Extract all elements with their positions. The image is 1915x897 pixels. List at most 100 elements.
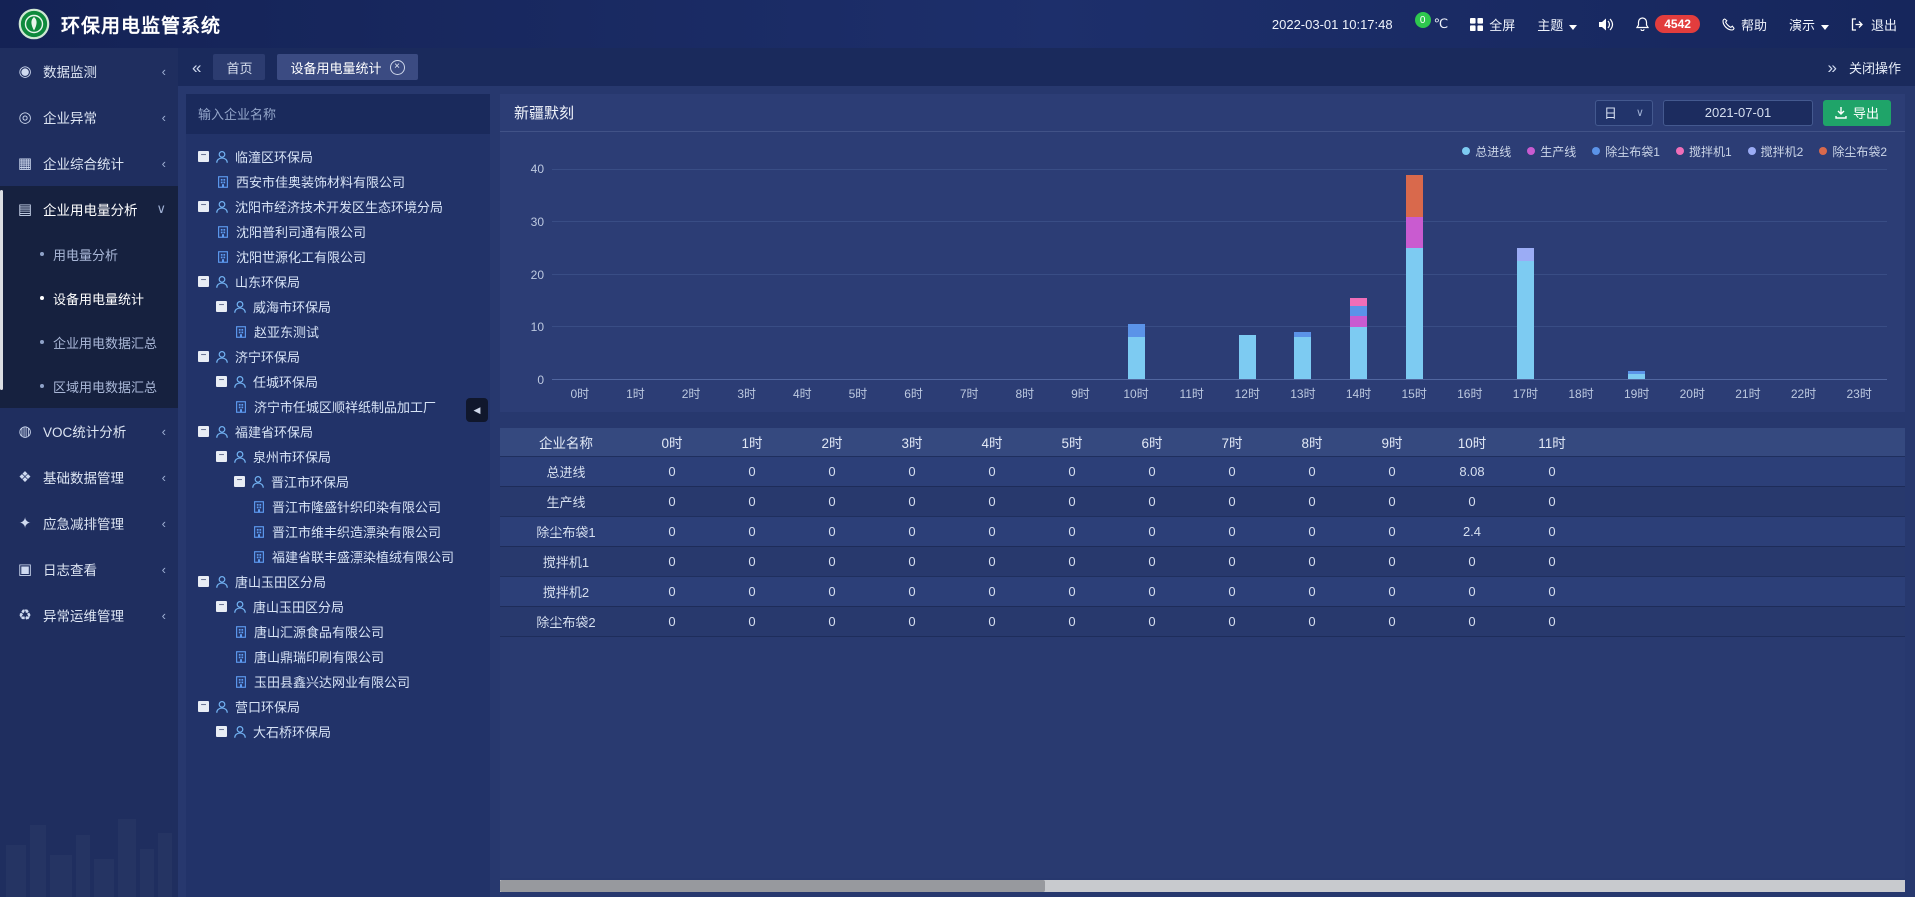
- chart-bar[interactable]: [1739, 170, 1756, 379]
- collapse-expander-icon[interactable]: −: [198, 576, 209, 587]
- tab-device-power-stats[interactable]: 设备用电量统计 ×: [277, 54, 417, 80]
- tree-company-node[interactable]: 济宁市任城区顺祥纸制品加工厂: [192, 394, 484, 419]
- tree-org-node[interactable]: −沈阳市经济技术开发区生态环境分局: [192, 194, 484, 219]
- tree-company-node[interactable]: 唐山汇源食品有限公司: [192, 619, 484, 644]
- chart-bar[interactable]: [1795, 170, 1812, 379]
- sidebar-subitem[interactable]: 区域用电数据汇总: [0, 364, 178, 408]
- tree-company-node[interactable]: 玉田县鑫兴达网业有限公司: [192, 669, 484, 694]
- period-select[interactable]: 日 ∨: [1595, 100, 1653, 126]
- table-row[interactable]: 搅拌机2000000000000: [500, 576, 1905, 606]
- legend-item[interactable]: 生产线: [1527, 143, 1576, 160]
- collapse-expander-icon[interactable]: −: [198, 151, 209, 162]
- tree-org-node[interactable]: −唐山玉田区分局: [192, 594, 484, 619]
- collapse-expander-icon[interactable]: −: [216, 601, 227, 612]
- tree-org-node[interactable]: −威海市环保局: [192, 294, 484, 319]
- chart-bar[interactable]: [1517, 170, 1534, 379]
- sidebar-scrollbar[interactable]: [0, 190, 3, 390]
- notifications-button[interactable]: 4542: [1636, 15, 1700, 33]
- tree-company-node[interactable]: 沈阳世源化工有限公司: [192, 244, 484, 269]
- collapse-expander-icon[interactable]: −: [198, 426, 209, 437]
- legend-item[interactable]: 除尘布袋1: [1592, 143, 1660, 160]
- company-search-input[interactable]: [198, 107, 478, 122]
- tree-company-node[interactable]: 晋江市隆盛针织印染有限公司: [192, 494, 484, 519]
- chart-bar[interactable]: [1239, 170, 1256, 379]
- tree-company-node[interactable]: 福建省联丰盛漂染植绒有限公司: [192, 544, 484, 569]
- chart-bar[interactable]: [683, 170, 700, 379]
- tree-company-node[interactable]: 沈阳普利司通有限公司: [192, 219, 484, 244]
- scrollbar-thumb[interactable]: [500, 880, 1045, 892]
- chart-bar[interactable]: [1294, 170, 1311, 379]
- sidebar-item[interactable]: ◍VOC统计分析‹: [0, 408, 178, 454]
- demo-dropdown[interactable]: 演示: [1789, 15, 1829, 34]
- legend-item[interactable]: 搅拌机1: [1676, 143, 1732, 160]
- chart-bar[interactable]: [1183, 170, 1200, 379]
- table-row[interactable]: 除尘布袋2000000000000: [500, 606, 1905, 636]
- chart-bar[interactable]: [905, 170, 922, 379]
- collapse-expander-icon[interactable]: −: [198, 201, 209, 212]
- tree-org-node[interactable]: −营口环保局: [192, 694, 484, 719]
- legend-item[interactable]: 总进线: [1462, 143, 1511, 160]
- sidebar-item[interactable]: ♻异常运维管理‹: [0, 592, 178, 638]
- sidebar-subitem[interactable]: 用电量分析: [0, 232, 178, 276]
- chart-bar[interactable]: [1851, 170, 1868, 379]
- chart-bar[interactable]: [1016, 170, 1033, 379]
- chart-bar[interactable]: [738, 170, 755, 379]
- chart-bar[interactable]: [1128, 170, 1145, 379]
- collapse-expander-icon[interactable]: −: [216, 726, 227, 737]
- help-button[interactable]: 帮助: [1722, 15, 1767, 34]
- table-row[interactable]: 总进线00000000008.080: [500, 456, 1905, 486]
- chart-bar[interactable]: [1684, 170, 1701, 379]
- tabs-scroll-right-icon[interactable]: »: [1828, 59, 1837, 76]
- sidebar-subitem[interactable]: 设备用电量统计: [0, 276, 178, 320]
- date-picker[interactable]: 2021-07-01: [1663, 100, 1813, 126]
- table-row[interactable]: 生产线000000000000: [500, 486, 1905, 516]
- logout-button[interactable]: 退出: [1851, 15, 1897, 34]
- tree-company-node[interactable]: 赵亚东测试: [192, 319, 484, 344]
- tabs-scroll-left-icon[interactable]: «: [192, 59, 201, 76]
- table-row[interactable]: 除尘布袋100000000002.40: [500, 516, 1905, 546]
- collapse-expander-icon[interactable]: −: [198, 351, 209, 362]
- chart-bar[interactable]: [1628, 170, 1645, 379]
- tab-home[interactable]: 首页: [213, 54, 265, 80]
- collapse-expander-icon[interactable]: −: [198, 701, 209, 712]
- sidebar-subitem[interactable]: 企业用电数据汇总: [0, 320, 178, 364]
- sidebar-item[interactable]: ▣日志查看‹: [0, 546, 178, 592]
- sound-button[interactable]: [1599, 18, 1614, 31]
- table-row[interactable]: 搅拌机1000000000000: [500, 546, 1905, 576]
- chart-bar[interactable]: [1350, 170, 1367, 379]
- collapse-expander-icon[interactable]: −: [216, 376, 227, 387]
- theme-dropdown[interactable]: 主题: [1537, 15, 1577, 34]
- chart-bar[interactable]: [794, 170, 811, 379]
- sidebar-item[interactable]: ❖基础数据管理‹: [0, 454, 178, 500]
- horizontal-scrollbar[interactable]: [500, 880, 1905, 892]
- tree-org-node[interactable]: −大石桥环保局: [192, 719, 484, 744]
- collapse-expander-icon[interactable]: −: [198, 276, 209, 287]
- collapse-expander-icon[interactable]: −: [234, 476, 245, 487]
- collapse-expander-icon[interactable]: −: [216, 451, 227, 462]
- chart-bar[interactable]: [961, 170, 978, 379]
- chart-bar[interactable]: [1461, 170, 1478, 379]
- legend-item[interactable]: 除尘布袋2: [1819, 143, 1887, 160]
- chart-bar[interactable]: [1072, 170, 1089, 379]
- chart-bar[interactable]: [571, 170, 588, 379]
- tree-org-node[interactable]: −任城环保局: [192, 369, 484, 394]
- sidebar-item[interactable]: ◉数据监测‹: [0, 48, 178, 94]
- tab-close-icon[interactable]: ×: [390, 60, 405, 75]
- sidebar-item[interactable]: ▤企业用电量分析∨: [0, 186, 178, 232]
- tree-org-node[interactable]: −唐山玉田区分局: [192, 569, 484, 594]
- chart-bar[interactable]: [627, 170, 644, 379]
- chart-bar[interactable]: [1406, 170, 1423, 379]
- sidebar-item[interactable]: ✦应急减排管理‹: [0, 500, 178, 546]
- tree-company-node[interactable]: 西安市佳奥装饰材料有限公司: [192, 169, 484, 194]
- tree-org-node[interactable]: −山东环保局: [192, 269, 484, 294]
- tree-org-node[interactable]: −福建省环保局: [192, 419, 484, 444]
- tree-company-node[interactable]: 晋江市维丰织造漂染有限公司: [192, 519, 484, 544]
- collapse-expander-icon[interactable]: −: [216, 301, 227, 312]
- tree-collapse-button[interactable]: ◀: [466, 398, 488, 422]
- tree-org-node[interactable]: −济宁环保局: [192, 344, 484, 369]
- fullscreen-button[interactable]: 全屏: [1470, 15, 1515, 34]
- chart-bar[interactable]: [849, 170, 866, 379]
- sidebar-item[interactable]: ◎企业异常‹: [0, 94, 178, 140]
- chart-bar[interactable]: [1573, 170, 1590, 379]
- tree-org-node[interactable]: −临潼区环保局: [192, 144, 484, 169]
